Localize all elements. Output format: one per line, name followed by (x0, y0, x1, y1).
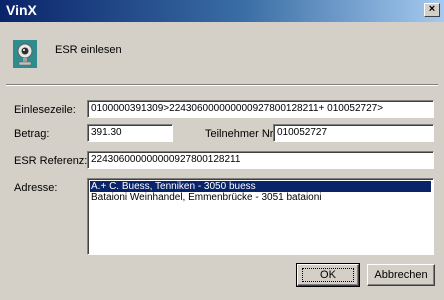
esr-referenz-label: ESR Referenz: (14, 155, 88, 167)
betrag-field[interactable]: 391.30 (87, 124, 173, 142)
esr-referenz-field[interactable]: 224306000000000927800128211 (87, 151, 434, 169)
cancel-button-label: Abbrechen (374, 269, 428, 281)
window-title: VinX (6, 2, 37, 18)
adresse-label: Adresse: (14, 182, 58, 194)
ok-button[interactable]: OK (296, 263, 360, 287)
header-label: ESR einlesen (55, 44, 122, 56)
einlesezeile-field[interactable]: 0100000391309>22430600000000092780012821… (87, 100, 434, 118)
address-list[interactable]: A.+ C. Buess, Tenniken - 3050 buess Bata… (87, 178, 434, 255)
title-bar: VinX × (0, 0, 444, 22)
close-button[interactable]: × (424, 3, 440, 17)
header-separator (6, 84, 438, 86)
cancel-button[interactable]: Abbrechen (367, 264, 435, 286)
teilnehmer-label: Teilnehmer Nr.: (205, 128, 279, 140)
einlesezeile-label: Einlesezeile: (14, 104, 76, 116)
webcam-icon (13, 40, 37, 68)
focus-rectangle (302, 268, 354, 282)
list-item[interactable]: A.+ C. Buess, Tenniken - 3050 buess (90, 181, 431, 192)
teilnehmer-field[interactable]: 010052727 (273, 124, 434, 142)
betrag-label: Betrag: (14, 128, 50, 140)
close-icon: × (428, 3, 436, 15)
list-item[interactable]: Bataioni Weinhandel, Emmenbrücke - 3051 … (90, 192, 431, 203)
